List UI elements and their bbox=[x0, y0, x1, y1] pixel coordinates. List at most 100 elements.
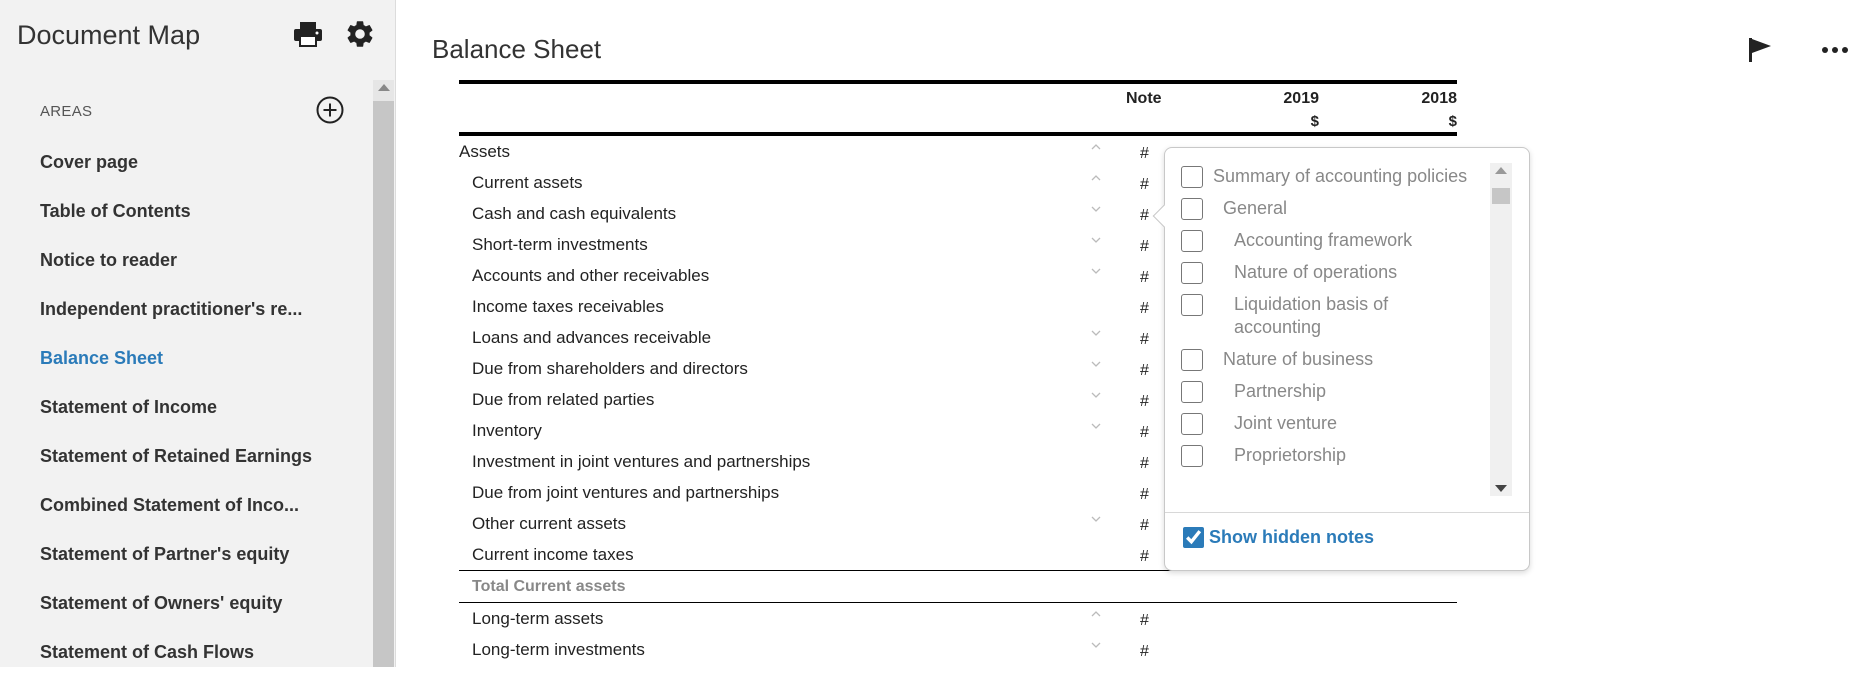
popup-footer: Show hidden notes bbox=[1165, 512, 1529, 572]
year-2019-header: 2019 bbox=[1283, 90, 1319, 107]
flag-icon[interactable] bbox=[1745, 35, 1775, 65]
notes-popup: Summary of accounting policies General A… bbox=[1152, 147, 1530, 572]
note-column-header: Note bbox=[1126, 90, 1162, 107]
sidebar-item-cover-page[interactable]: Cover page bbox=[40, 138, 340, 187]
note-reference[interactable]: # bbox=[1140, 486, 1149, 504]
chevron-down-icon[interactable] bbox=[1089, 326, 1103, 340]
areas-label: AREAS bbox=[40, 103, 93, 120]
note-reference[interactable]: # bbox=[1140, 300, 1149, 318]
row-label: Short-term investments bbox=[472, 235, 648, 254]
chevron-down-icon[interactable] bbox=[1089, 388, 1103, 402]
note-reference[interactable]: # bbox=[1140, 238, 1149, 256]
table-row[interactable]: Long-term investments # bbox=[459, 634, 1457, 665]
note-reference[interactable]: # bbox=[1140, 269, 1149, 287]
show-hidden-notes-toggle[interactable]: Show hidden notes bbox=[1183, 527, 1374, 548]
note-reference[interactable]: # bbox=[1140, 207, 1149, 225]
note-option[interactable]: General bbox=[1181, 197, 1481, 220]
row-label: Inventory bbox=[472, 421, 542, 440]
chevron-down-icon[interactable] bbox=[1089, 264, 1103, 278]
sidebar-item-table-of-contents[interactable]: Table of Contents bbox=[40, 187, 340, 236]
row-label: Due from joint ventures and partnerships bbox=[472, 483, 780, 502]
checkbox[interactable] bbox=[1181, 294, 1203, 316]
scroll-up-arrow-icon[interactable] bbox=[378, 84, 390, 91]
row-label: Other current assets bbox=[472, 514, 627, 533]
show-hidden-notes-label[interactable]: Show hidden notes bbox=[1209, 527, 1374, 548]
checkbox[interactable] bbox=[1181, 262, 1203, 284]
scroll-down-arrow-icon[interactable] bbox=[1495, 485, 1507, 492]
sidebar-scrollbar[interactable] bbox=[373, 80, 394, 667]
scrollbar-thumb[interactable] bbox=[373, 101, 394, 667]
note-option[interactable]: Nature of business bbox=[1181, 348, 1481, 371]
note-option[interactable]: Partnership bbox=[1181, 380, 1481, 403]
sidebar-item-statement-of-income[interactable]: Statement of Income bbox=[40, 383, 340, 432]
chevron-down-icon[interactable] bbox=[1089, 233, 1103, 247]
chevron-down-icon[interactable] bbox=[1089, 512, 1103, 526]
table-total-row[interactable]: Total Current assets bbox=[459, 570, 1457, 603]
checkbox[interactable] bbox=[1181, 349, 1203, 371]
scroll-up-arrow-icon[interactable] bbox=[1495, 167, 1507, 174]
note-reference[interactable]: # bbox=[1140, 331, 1149, 349]
row-label: Total Current assets bbox=[472, 578, 626, 595]
note-reference[interactable]: # bbox=[1140, 362, 1149, 380]
chevron-up-icon[interactable] bbox=[1089, 607, 1103, 621]
sidebar-item-statement-of-retained-earnings[interactable]: Statement of Retained Earnings bbox=[40, 432, 340, 481]
note-reference[interactable]: # bbox=[1140, 455, 1149, 473]
checkbox[interactable] bbox=[1181, 413, 1203, 435]
row-label: Due from related parties bbox=[472, 390, 655, 409]
chevron-up-icon[interactable] bbox=[1089, 171, 1103, 185]
note-reference[interactable]: # bbox=[1140, 145, 1149, 163]
sidebar-item-partners-equity[interactable]: Statement of Partner's equity bbox=[40, 530, 340, 579]
checkbox[interactable] bbox=[1181, 198, 1203, 220]
currency-2018: $ bbox=[1448, 113, 1457, 130]
row-label: Income taxes receivables bbox=[472, 297, 664, 316]
show-hidden-notes-checkbox[interactable] bbox=[1183, 527, 1204, 548]
page-title: Balance Sheet bbox=[432, 34, 602, 64]
chevron-down-icon[interactable] bbox=[1089, 357, 1103, 371]
sidebar-item-combined-statement[interactable]: Combined Statement of Inco... bbox=[40, 481, 340, 530]
print-icon[interactable] bbox=[293, 20, 323, 48]
note-reference[interactable]: # bbox=[1140, 393, 1149, 411]
checkbox[interactable] bbox=[1181, 166, 1203, 188]
sidebar-item-independent-practitioners-report[interactable]: Independent practitioner's re... bbox=[40, 285, 340, 334]
note-reference[interactable]: # bbox=[1140, 517, 1149, 535]
more-options-icon[interactable] bbox=[1820, 40, 1850, 60]
note-option[interactable]: Summary of accounting policies bbox=[1181, 165, 1481, 188]
notes-option-list: Summary of accounting policies General A… bbox=[1181, 165, 1481, 495]
sidebar-item-owners-equity[interactable]: Statement of Owners' equity bbox=[40, 579, 340, 628]
note-reference[interactable]: # bbox=[1140, 424, 1149, 442]
checkbox[interactable] bbox=[1181, 445, 1203, 467]
year-2018-header: 2018 bbox=[1421, 90, 1457, 107]
currency-2019: $ bbox=[1310, 113, 1319, 130]
chevron-down-icon[interactable] bbox=[1089, 419, 1103, 433]
table-header: Note 2019 2018 $ $ bbox=[459, 80, 1457, 136]
table-row[interactable]: Long-term assets # bbox=[459, 603, 1457, 634]
popup-scrollbar[interactable] bbox=[1490, 163, 1512, 496]
sidebar-item-balance-sheet[interactable]: Balance Sheet bbox=[40, 334, 340, 383]
area-nav-list: Cover page Table of Contents Notice to r… bbox=[40, 138, 340, 677]
add-circle-icon[interactable] bbox=[315, 95, 345, 125]
chevron-down-icon[interactable] bbox=[1089, 638, 1103, 652]
note-reference[interactable]: # bbox=[1140, 176, 1149, 194]
note-option[interactable]: Accounting framework bbox=[1181, 229, 1481, 252]
row-label: Accounts and other receivables bbox=[472, 266, 710, 285]
checkbox[interactable] bbox=[1181, 381, 1203, 403]
row-label: Due from shareholders and directors bbox=[472, 359, 748, 378]
note-option[interactable]: Joint venture bbox=[1181, 412, 1481, 435]
row-label: Loans and advances receivable bbox=[472, 328, 712, 347]
note-reference[interactable]: # bbox=[1140, 612, 1149, 630]
note-reference[interactable]: # bbox=[1140, 548, 1149, 566]
note-option[interactable]: Proprietorship bbox=[1181, 444, 1481, 467]
row-label: Cash and cash equivalents bbox=[472, 204, 677, 223]
chevron-up-icon[interactable] bbox=[1089, 140, 1103, 154]
row-label: Long-term investments bbox=[472, 640, 645, 659]
gear-icon[interactable] bbox=[344, 18, 376, 50]
note-option[interactable]: Nature of operations bbox=[1181, 261, 1481, 284]
row-label: Long-term assets bbox=[472, 609, 604, 628]
scrollbar-thumb[interactable] bbox=[1492, 188, 1510, 204]
note-reference[interactable]: # bbox=[1140, 643, 1149, 661]
checkbox[interactable] bbox=[1181, 230, 1203, 252]
chevron-down-icon[interactable] bbox=[1089, 202, 1103, 216]
sidebar-item-cash-flows[interactable]: Statement of Cash Flows bbox=[40, 628, 340, 677]
sidebar-item-notice-to-reader[interactable]: Notice to reader bbox=[40, 236, 340, 285]
note-option[interactable]: Liquidation basis of accounting bbox=[1181, 293, 1481, 339]
